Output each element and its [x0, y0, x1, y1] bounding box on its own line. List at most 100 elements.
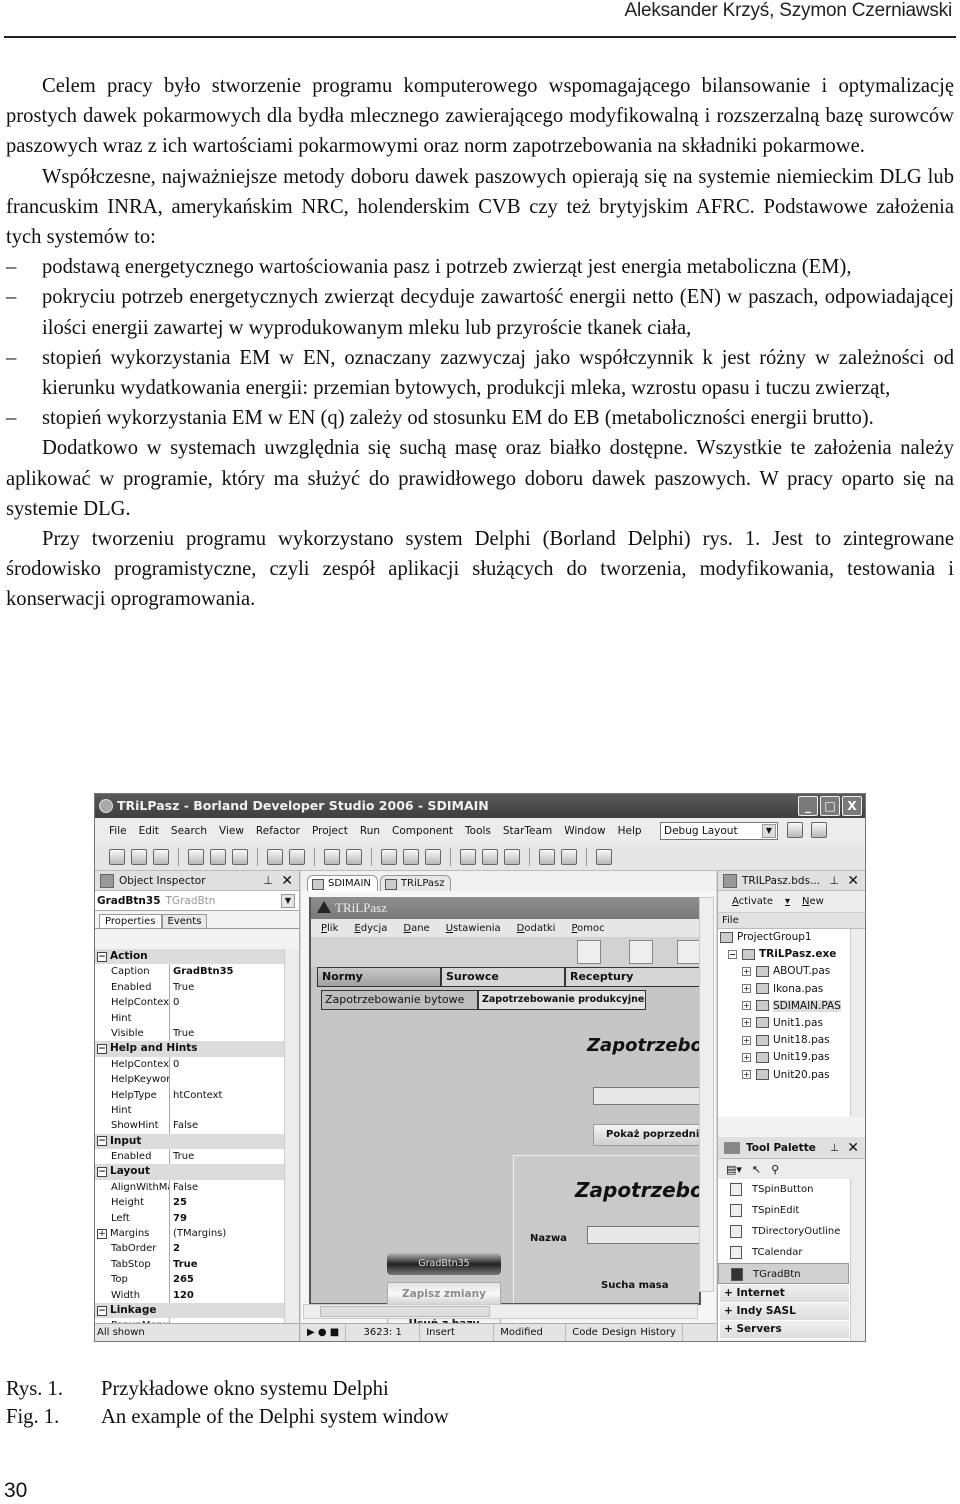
category-input[interactable]: − Input — [95, 1133, 285, 1150]
tab-zapotrzebowanie-produkcyjne[interactable]: Zapotrzebowanie produkcyjne — [478, 990, 646, 1010]
menu-dane[interactable]: Dane — [403, 923, 429, 934]
property-row[interactable]: Hint — [95, 1102, 285, 1119]
remove-file-icon[interactable] — [346, 848, 362, 865]
close-icon[interactable]: ✕ — [281, 871, 293, 891]
menu-search[interactable]: Search — [171, 825, 207, 837]
list-icon[interactable] — [629, 940, 653, 964]
grad-button[interactable]: GradBtn35 — [387, 1253, 501, 1275]
property-row[interactable]: TabStop True — [95, 1256, 285, 1273]
category-help-and-hints[interactable]: − Help and Hints — [95, 1041, 285, 1057]
property-row[interactable]: TabOrder 2 — [95, 1241, 285, 1257]
menu-file[interactable]: File — [109, 825, 127, 837]
categories-icon[interactable]: ▤▾ — [726, 1163, 742, 1176]
property-row[interactable]: Hint — [95, 1010, 285, 1026]
reopen-icon[interactable] — [210, 848, 226, 865]
menu-run[interactable]: Run — [360, 825, 380, 837]
macro-controls[interactable]: ▶ ● ■ — [301, 1324, 347, 1341]
property-row[interactable]: Width 120 — [95, 1287, 285, 1303]
menu-plik[interactable]: Plik — [321, 923, 338, 934]
save-changes-button[interactable]: Zapisz zmiany — [387, 1282, 501, 1306]
menu-edycja[interactable]: Edycja — [354, 923, 387, 934]
project-tree-scrollbar[interactable] — [850, 929, 865, 1117]
property-row[interactable]: Enabled True — [95, 979, 285, 996]
property-row[interactable]: HelpContext 0 — [95, 995, 285, 1011]
property-row[interactable]: ShowHint False — [95, 1118, 285, 1134]
palette-item[interactable]: TCalendar — [718, 1242, 865, 1263]
save-all-icon[interactable] — [267, 848, 283, 865]
forward-arrow-icon[interactable] — [561, 848, 577, 865]
object-selector[interactable]: GradBtn35 TGradBtn ▼ — [95, 891, 299, 911]
tab-trilpasz[interactable]: TRiLPasz — [379, 875, 452, 891]
tab-code[interactable]: Code — [572, 1324, 598, 1341]
tree-item[interactable]: + Unit18.pas — [718, 1032, 865, 1049]
category-action[interactable]: − Action — [95, 949, 285, 965]
minimize-button[interactable]: _ — [798, 796, 818, 816]
tree-item[interactable]: + Unit20.pas — [718, 1067, 865, 1084]
tab-properties[interactable]: Properties — [99, 914, 162, 928]
category-linkage[interactable]: − Linkage — [95, 1302, 285, 1319]
pin-icon[interactable]: ⊥ — [829, 871, 839, 891]
menu-help[interactable]: Help — [618, 825, 642, 837]
menu-window[interactable]: Window — [564, 825, 605, 837]
show-previous-button[interactable]: Pokaż poprzednie — [593, 1124, 699, 1146]
property-row[interactable]: Left 79 — [95, 1210, 285, 1227]
tree-item[interactable]: − TRiLPasz.exe — [718, 946, 865, 963]
category-layout[interactable]: − Layout — [95, 1164, 285, 1180]
property-row[interactable]: + Margins (TMargins) — [95, 1226, 285, 1242]
property-row[interactable]: Top 265 — [95, 1272, 285, 1288]
menu-project[interactable]: Project — [312, 825, 348, 837]
object-inspector-scrollbar[interactable] — [284, 949, 299, 1330]
maximize-button[interactable]: □ — [820, 796, 840, 816]
palette-item[interactable]: TDirectoryOutline — [718, 1221, 865, 1242]
set-layout-icon[interactable] — [811, 822, 827, 838]
property-row[interactable]: Visible True — [95, 1025, 285, 1042]
layout-combo[interactable]: Debug Layout ▼ — [660, 822, 778, 840]
step-over-icon[interactable] — [482, 848, 498, 865]
menu-starteam[interactable]: StarTeam — [503, 825, 552, 837]
activate-button[interactable]: Activate — [732, 896, 773, 907]
palette-category[interactable]: + Indy SASL — [720, 1303, 849, 1320]
tree-item-selected[interactable]: + SDIMAIN.PAS — [718, 998, 865, 1015]
palette-category[interactable]: + Internet — [720, 1285, 849, 1302]
property-row[interactable]: Caption GradBtn35 — [95, 964, 285, 980]
open-folder-icon[interactable] — [289, 848, 305, 865]
pointer-icon[interactable]: ↖ — [752, 1163, 761, 1176]
tree-item[interactable]: + Ikona.pas — [718, 981, 865, 998]
pause-icon[interactable] — [403, 848, 419, 865]
designer-vertical-scrollbar[interactable] — [699, 897, 714, 1292]
tab-zapotrzebowanie-bytowe[interactable]: Zapotrzebowanie bytowe — [321, 990, 478, 1010]
open-project-icon[interactable] — [153, 848, 169, 865]
pin-icon[interactable]: ⊥ — [830, 1137, 839, 1159]
pin-icon[interactable]: ⊥ — [263, 871, 273, 891]
tree-item[interactable]: + Unit1.pas — [718, 1015, 865, 1032]
property-row[interactable]: HelpKeyword — [95, 1072, 285, 1088]
save-icon[interactable] — [677, 940, 699, 964]
menu-component[interactable]: Component — [392, 825, 453, 837]
back-arrow-icon[interactable] — [539, 848, 555, 865]
tree-item[interactable]: + ABOUT.pas — [718, 963, 865, 980]
new-button[interactable]: New — [802, 896, 824, 907]
chevron-down-icon[interactable]: ▾ — [785, 896, 790, 907]
step-out-icon[interactable] — [504, 848, 520, 865]
tab-events[interactable]: Events — [161, 914, 208, 928]
menu-ustawienia[interactable]: Ustawienia — [446, 923, 501, 934]
tab-history[interactable]: History — [640, 1324, 676, 1341]
tab-normy[interactable]: Normy — [317, 967, 441, 987]
new-form-icon[interactable] — [188, 848, 204, 865]
property-row[interactable]: Height 25 — [95, 1195, 285, 1211]
property-row[interactable]: HelpContext 0 — [95, 1056, 285, 1073]
tab-receptury[interactable]: Receptury — [565, 967, 699, 987]
close-icon[interactable]: ✕ — [847, 871, 859, 891]
text-input[interactable] — [593, 1087, 699, 1105]
stop-icon[interactable] — [425, 848, 441, 865]
save-icon[interactable] — [232, 848, 248, 865]
palette-item[interactable]: TSpinButton — [718, 1179, 865, 1200]
property-row[interactable]: Enabled True — [95, 1149, 285, 1165]
calculator-icon[interactable] — [577, 940, 601, 964]
tree-item[interactable]: ProjectGroup1 — [718, 929, 865, 946]
name-input[interactable] — [587, 1226, 699, 1244]
new-items-icon[interactable] — [109, 848, 125, 865]
close-button[interactable]: X — [842, 796, 862, 816]
run-icon[interactable] — [381, 848, 397, 865]
open-icon[interactable] — [131, 848, 147, 865]
